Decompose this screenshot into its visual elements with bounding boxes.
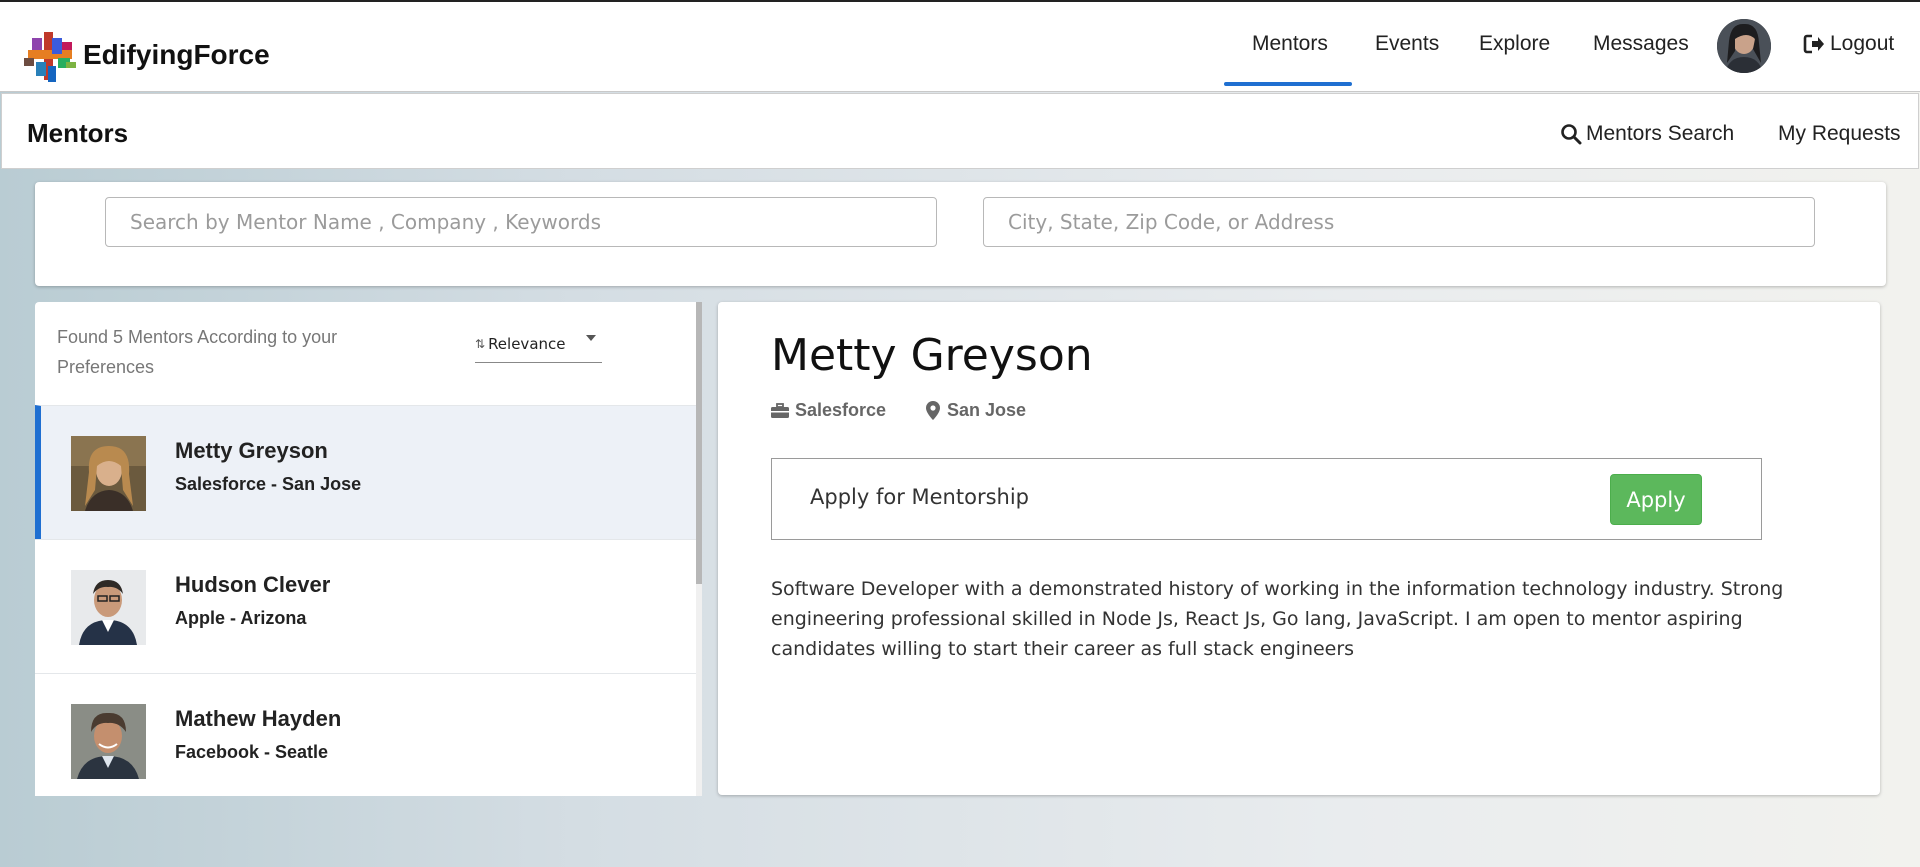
mentor-list-item[interactable]: Mathew Hayden Facebook - Seatle [35, 673, 697, 796]
mentor-list-item[interactable]: Hudson Clever Apple - Arizona [35, 539, 697, 673]
detail-mentor-name: Metty Greyson [771, 330, 1093, 381]
map-marker-icon [926, 401, 940, 420]
nav-active-indicator [1224, 82, 1352, 86]
detail-location: San Jose [926, 400, 1026, 421]
page-subheader: Mentors Mentors Search My Requests [1, 93, 1919, 169]
mentor-name: Mathew Hayden [175, 706, 342, 731]
mentor-name: Hudson Clever [175, 572, 331, 597]
search-icon [1561, 124, 1582, 145]
logout-button[interactable]: Logout [1803, 32, 1894, 56]
top-navbar: EdifyingForce Mentors Events Explore Mes… [0, 2, 1920, 92]
sort-selected-value: Relevance [488, 334, 566, 353]
mentors-search-link[interactable]: Mentors Search [1560, 122, 1734, 146]
detail-company: Salesforce [771, 400, 886, 421]
user-avatar[interactable] [1717, 19, 1771, 73]
sort-dropdown[interactable]: ⇅ Relevance [475, 325, 602, 363]
mentor-list-panel: Found 5 Mentors According to your Prefer… [35, 302, 697, 796]
my-requests-link[interactable]: My Requests [1778, 122, 1901, 146]
nav-messages[interactable]: Messages [1593, 32, 1689, 56]
mentor-company-location: Apple - Arizona [175, 608, 307, 628]
brand-logo-icon [22, 28, 80, 84]
detail-company-text: Salesforce [795, 400, 887, 420]
page-title: Mentors [27, 118, 129, 148]
logout-label: Logout [1830, 32, 1895, 55]
sort-icon: ⇅ [475, 336, 486, 351]
detail-location-text: San Jose [947, 400, 1027, 420]
mentor-photo [71, 704, 146, 779]
logout-icon [1803, 34, 1824, 54]
nav-explore[interactable]: Explore [1479, 32, 1550, 56]
location-input[interactable] [983, 197, 1815, 247]
mentor-photo [71, 570, 146, 645]
mentor-list-scrollbar[interactable] [696, 302, 702, 796]
apply-mentorship-box: Apply for Mentorship Apply [771, 458, 1762, 540]
mentor-company-location: Salesforce - San Jose [175, 474, 362, 494]
brand[interactable]: EdifyingForce [22, 28, 270, 84]
mentor-detail-panel: Metty Greyson Salesforce San Jose Apply … [718, 302, 1880, 795]
mentors-search-label: Mentors Search [1586, 122, 1735, 145]
list-header: Found 5 Mentors According to your Prefer… [35, 302, 697, 405]
nav-mentors[interactable]: Mentors [1252, 32, 1328, 56]
mentor-name: Metty Greyson [175, 438, 328, 463]
mentor-photo [71, 436, 146, 511]
apply-mentorship-label: Apply for Mentorship [810, 485, 1029, 509]
scrollbar-thumb[interactable] [696, 302, 702, 584]
apply-button[interactable]: Apply [1610, 474, 1702, 525]
search-card [35, 182, 1886, 286]
mentor-bio: Software Developer with a demonstrated h… [771, 578, 1784, 660]
results-count-text: Found 5 Mentors According to your Prefer… [57, 327, 338, 377]
brand-name: EdifyingForce [83, 39, 270, 70]
mentor-company-location: Facebook - Seatle [175, 742, 329, 762]
nav-events[interactable]: Events [1375, 32, 1439, 56]
briefcase-icon [771, 402, 789, 418]
mentor-list-item[interactable]: Metty Greyson Salesforce - San Jose [35, 405, 697, 539]
chevron-down-icon [586, 335, 596, 341]
mentor-keyword-input[interactable] [105, 197, 937, 247]
